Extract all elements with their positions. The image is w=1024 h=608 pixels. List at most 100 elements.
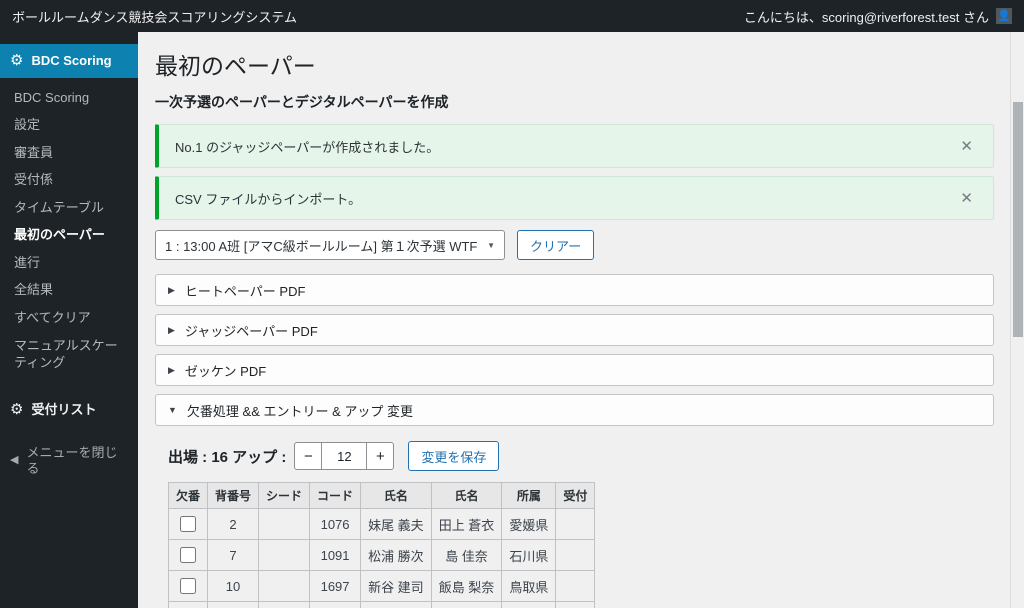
cell-name-1: 妹尾 義夫 [360, 508, 432, 540]
cell-seed [258, 570, 311, 602]
collapse-arrow-icon: ◀ [10, 454, 19, 467]
accordion-list: ▶ ヒートペーパー PDF ▶ ジャッジペーパー PDF ▶ ゼッケン PDF … [155, 274, 994, 426]
up-count-input[interactable] [322, 442, 367, 470]
cell-name-2: 島 佳奈 [430, 539, 503, 571]
notice-text: CSV ファイルからインポート。 [175, 191, 362, 207]
cell-reception [555, 539, 596, 571]
admin-bar: ボールルームダンス競技会スコアリングシステム こんにちは、scoring@riv… [0, 0, 1024, 32]
cell-prefecture: 鳥取県 [501, 570, 557, 602]
sidebar-item-reception-staff[interactable]: 受付係 [12, 166, 132, 194]
chevron-down-icon: ▼ [168, 405, 177, 415]
entry-table: 欠番 背番号 シード コード 氏名 氏名 所属 受付 2 1076 妹尾 義夫 … [167, 482, 596, 608]
greeting-text: こんにちは、scoring@riverforest.test さん [743, 9, 989, 25]
col-seed: シード [258, 482, 311, 509]
col-prefecture: 所属 [501, 482, 557, 509]
cell-prefecture: 愛媛県 [501, 508, 557, 540]
close-icon[interactable]: ✕ [956, 187, 977, 209]
chevron-right-icon: ▶ [168, 364, 175, 375]
sidebar-item-timetable[interactable]: タイムテーブル [12, 194, 132, 222]
page-title: 最初のペーパー [155, 53, 316, 79]
entry-label: 出場 : 16 アップ : [168, 448, 287, 466]
sidebar-item-first-paper[interactable]: 最初のペーパー [12, 221, 132, 249]
user-menu[interactable]: こんにちは、scoring@riverforest.test さん 👤 [744, 7, 1012, 26]
accordion-label: ヒートペーパー PDF [184, 283, 306, 299]
heat-select[interactable]: 1 : 13:00 A班 [アマC級ボールルーム] 第１次予選 WTF ▼ [155, 230, 505, 260]
cell-number: 7 [207, 539, 260, 571]
col-missing: 欠番 [167, 482, 209, 509]
cell-number: 10 [207, 570, 260, 602]
close-icon[interactable]: ✕ [956, 135, 977, 157]
table-row: 10 1697 新谷 建司 飯島 梨奈 鳥取県 [167, 570, 596, 602]
col-name-2: 氏名 [430, 482, 503, 509]
entry-controls: 出場 : 16 アップ : − + 変更を保存 [168, 441, 994, 471]
cell-reception [555, 508, 596, 540]
table-row-partial [167, 601, 596, 608]
screen: ボールルームダンス競技会スコアリングシステム こんにちは、scoring@riv… [0, 0, 1024, 608]
gear-icon: ⚙ [10, 400, 24, 418]
sidebar-item-manual-skating[interactable]: マニュアルスケーティング [12, 332, 132, 377]
cell-name-2: 田上 蒼衣 [430, 508, 503, 540]
scrollbar-thumb[interactable] [1013, 102, 1023, 337]
missing-checkbox[interactable] [180, 516, 196, 532]
table-row: 2 1076 妹尾 義夫 田上 蒼衣 愛媛県 [167, 508, 596, 540]
col-name-1: 氏名 [360, 482, 432, 509]
cell-prefecture: 石川県 [501, 539, 557, 571]
accordion-heat-paper-pdf[interactable]: ▶ ヒートペーパー PDF [155, 274, 994, 306]
sidebar: ⚙ BDC Scoring BDC Scoring 設定 審査員 受付係 タイム… [0, 32, 138, 608]
sidebar-item-bdc-scoring-sub[interactable]: BDC Scoring [12, 84, 132, 112]
sidebar-item-label: 受付リスト [31, 401, 97, 417]
main-content: 最初のペーパー 一次予選のペーパーとデジタルペーパーを作成 No.1 のジャッジ… [138, 32, 1024, 608]
accordion-label: 欠番処理 && エントリー & アップ 変更 [186, 403, 413, 419]
table-row: 7 1091 松浦 勝次 島 佳奈 石川県 [167, 539, 596, 571]
sidebar-item-reception-list[interactable]: ⚙ 受付リスト [0, 393, 138, 427]
accordion-missing-entry-up[interactable]: ▼ 欠番処理 && エントリー & アップ 変更 [155, 394, 994, 426]
sidebar-item-clear-all[interactable]: すべてクリア [12, 304, 132, 332]
cell-number: 2 [207, 508, 260, 540]
sidebar-item-label: BDC Scoring [31, 53, 112, 68]
collapse-menu-button[interactable]: ◀ メニューを閉じる [0, 436, 138, 485]
sidebar-item-progress[interactable]: 進行 [12, 249, 132, 277]
clear-button[interactable]: クリアー [517, 230, 595, 260]
cell-reception [555, 570, 596, 602]
cell-name-2: 飯島 梨奈 [430, 570, 503, 602]
sidebar-item-bdc-scoring[interactable]: ⚙ BDC Scoring [0, 44, 138, 78]
col-number: 背番号 [207, 482, 260, 509]
layout: ⚙ BDC Scoring BDC Scoring 設定 審査員 受付係 タイム… [0, 32, 1024, 608]
save-changes-button[interactable]: 変更を保存 [408, 441, 500, 471]
page-subtitle: 一次予選のペーパーとデジタルペーパーを作成 [155, 94, 449, 110]
col-reception: 受付 [555, 482, 596, 509]
scrollbar[interactable] [1010, 32, 1024, 608]
sidebar-item-settings[interactable]: 設定 [12, 111, 132, 139]
gear-icon: ⚙ [10, 52, 24, 70]
cell-seed [258, 539, 311, 571]
sidebar-item-judges[interactable]: 審査員 [12, 139, 132, 167]
chevron-down-icon: ▼ [487, 240, 495, 250]
cell-name-1: 松浦 勝次 [360, 539, 432, 571]
cell-seed [258, 508, 311, 540]
sidebar-submenu: BDC Scoring 設定 審査員 受付係 タイムテーブル 最初のペーパー 進… [0, 84, 138, 377]
accordion-bib-pdf[interactable]: ▶ ゼッケン PDF [155, 354, 994, 386]
user-icon: 👤 [997, 9, 1011, 22]
table-header-row: 欠番 背番号 シード コード 氏名 氏名 所属 受付 [167, 482, 596, 509]
chevron-right-icon: ▶ [168, 284, 175, 295]
heat-select-value: 1 : 13:00 A班 [アマC級ボールルーム] 第１次予選 WTF [165, 238, 478, 254]
accordion-label: ゼッケン PDF [184, 363, 267, 379]
cell-code: 1076 [309, 508, 362, 540]
accordion-judge-paper-pdf[interactable]: ▶ ジャッジペーパー PDF [155, 314, 994, 346]
site-title[interactable]: ボールルームダンス競技会スコアリングシステム [12, 7, 297, 26]
sidebar-item-all-results[interactable]: 全結果 [12, 276, 132, 304]
missing-checkbox[interactable] [180, 547, 196, 563]
col-code: コード [309, 482, 362, 509]
chevron-right-icon: ▶ [168, 324, 175, 335]
success-notice: CSV ファイルからインポート。 ✕ [155, 176, 994, 220]
avatar: 👤 [996, 8, 1012, 24]
cell-code: 1697 [309, 570, 362, 602]
stepper-plus-button[interactable]: + [366, 442, 395, 470]
heat-select-row: 1 : 13:00 A班 [アマC級ボールルーム] 第１次予選 WTF ▼ クリ… [155, 230, 994, 260]
collapse-menu-label: メニューを閉じる [26, 445, 118, 476]
cell-code: 1091 [309, 539, 362, 571]
cell-name-1: 新谷 建司 [360, 570, 432, 602]
missing-checkbox[interactable] [180, 578, 196, 594]
stepper-minus-button[interactable]: − [294, 442, 323, 470]
notice-text: No.1 のジャッジペーパーが作成されました。 [175, 139, 440, 155]
